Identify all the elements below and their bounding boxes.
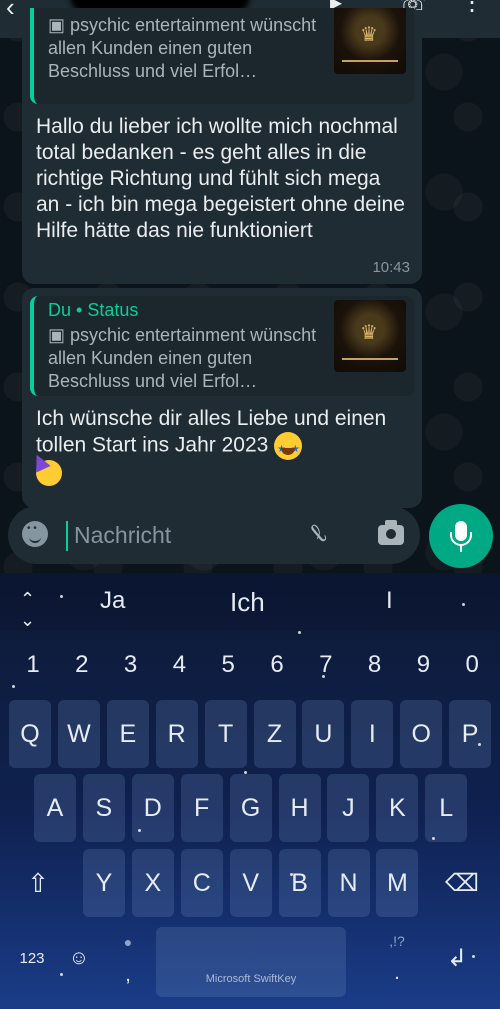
quoted-status[interactable]: ▣ psychic entertainment wünscht allen Ku… — [30, 8, 414, 104]
number-key-7[interactable]: 7 — [311, 651, 341, 679]
key-r[interactable]: R — [155, 700, 198, 768]
quoted-status[interactable]: Du • Status ▣ psychic entertainment wüns… — [30, 296, 414, 396]
image-icon: ▣ — [48, 325, 71, 345]
punctuation-hint: ,!? — [389, 933, 405, 949]
mic-key-icon[interactable]: ● — [114, 929, 142, 955]
key-g[interactable]: G — [229, 774, 272, 842]
key-u[interactable]: U — [302, 700, 345, 768]
quote-body: psychic entertainment wünscht allen Kund… — [48, 325, 317, 391]
enter-key-icon[interactable]: ↲ — [432, 941, 482, 975]
image-icon: ▣ — [48, 15, 71, 35]
key-x[interactable]: X — [131, 849, 174, 917]
message-time: 10:43 — [372, 259, 410, 276]
key-t[interactable]: T — [204, 700, 247, 768]
key-p[interactable]: P — [449, 700, 492, 768]
mic-button[interactable] — [429, 504, 493, 568]
number-key-1[interactable]: 1 — [18, 651, 48, 679]
number-key-6[interactable]: 6 — [262, 651, 292, 679]
number-key-2[interactable]: 2 — [67, 651, 97, 679]
key-f[interactable]: F — [180, 774, 223, 842]
text-cursor — [66, 521, 68, 551]
message-bubble[interactable]: Du • Status ▣ psychic entertainment wüns… — [22, 288, 422, 508]
suggestion-2[interactable]: Ich — [230, 587, 265, 618]
quote-title: Du • Status — [48, 300, 139, 320]
key-l[interactable]: L — [425, 774, 468, 842]
key-w[interactable]: W — [57, 700, 100, 768]
period-key[interactable]: . — [382, 961, 412, 985]
key-h[interactable]: H — [278, 774, 321, 842]
key-c[interactable]: C — [180, 849, 223, 917]
number-key-4[interactable]: 4 — [164, 651, 194, 679]
key-k[interactable]: K — [376, 774, 419, 842]
key-s[interactable]: S — [82, 774, 125, 842]
key-o[interactable]: O — [400, 700, 443, 768]
space-bar[interactable]: Microsoft SwiftKey — [156, 927, 346, 997]
attach-icon[interactable]: ℓ — [305, 519, 333, 549]
message-composer[interactable]: Nachricht ℓ — [8, 506, 420, 564]
symbols-key[interactable]: 123 — [10, 943, 54, 973]
backspace-key-icon[interactable]: ⌫ — [434, 849, 490, 917]
key-z[interactable]: Z — [253, 700, 296, 768]
key-y[interactable]: Y — [83, 849, 125, 917]
suggestion-3[interactable]: I — [386, 587, 393, 615]
suggestion-1[interactable]: Ja — [100, 587, 125, 615]
number-key-8[interactable]: 8 — [360, 651, 390, 679]
party-face-emoji-icon — [36, 460, 62, 486]
chat-area: ‹ ▸ ☏ ⋮ ▣ psychic entertainment wünscht … — [0, 0, 500, 573]
suggestion-bar: ⌃ ⌄ Ja Ich I — [0, 573, 500, 631]
status-thumbnail: ♛ — [334, 8, 406, 74]
message-text: Ich wünsche dir alles Liebe und einen to… — [22, 396, 422, 493]
quote-body: psychic entertainment wünscht allen Kund… — [48, 15, 317, 81]
shift-key-icon[interactable]: ⇧ — [10, 849, 66, 917]
number-key-5[interactable]: 5 — [213, 651, 243, 679]
comma-key[interactable]: , — [114, 963, 142, 987]
key-b[interactable]: B — [278, 849, 321, 917]
message-bubble[interactable]: ▣ psychic entertainment wünscht allen Ku… — [22, 8, 422, 284]
status-thumbnail: ♛ — [334, 300, 406, 372]
emoji-icon[interactable] — [22, 521, 48, 547]
star-struck-emoji-icon — [274, 432, 303, 463]
key-n[interactable]: N — [327, 849, 370, 917]
key-j[interactable]: J — [327, 774, 370, 842]
key-m[interactable]: M — [376, 849, 419, 917]
key-a[interactable]: A — [34, 774, 76, 842]
camera-icon[interactable] — [378, 520, 404, 545]
arrow-left-icon[interactable]: ‹ — [6, 0, 15, 23]
emoji-key-icon[interactable]: ☺ — [64, 943, 94, 973]
message-input[interactable]: Nachricht — [74, 522, 171, 549]
number-key-9[interactable]: 9 — [408, 651, 438, 679]
key-i[interactable]: I — [351, 700, 394, 768]
key-v[interactable]: V — [229, 849, 272, 917]
number-key-3[interactable]: 3 — [116, 651, 146, 679]
number-key-0[interactable]: 0 — [457, 651, 487, 679]
key-e[interactable]: E — [106, 700, 149, 768]
key-q[interactable]: Q — [9, 700, 51, 768]
expand-toolbar-icon[interactable]: ⌃ ⌄ — [20, 589, 35, 631]
more-vert-icon[interactable]: ⋮ — [460, 0, 484, 17]
message-text: Hallo du lieber ich wollte mich nochmal … — [36, 115, 405, 242]
keyboard: ⌃ ⌄ Ja Ich I 1234567890 QWERTZUIOP ASDFGH… — [0, 573, 500, 1009]
